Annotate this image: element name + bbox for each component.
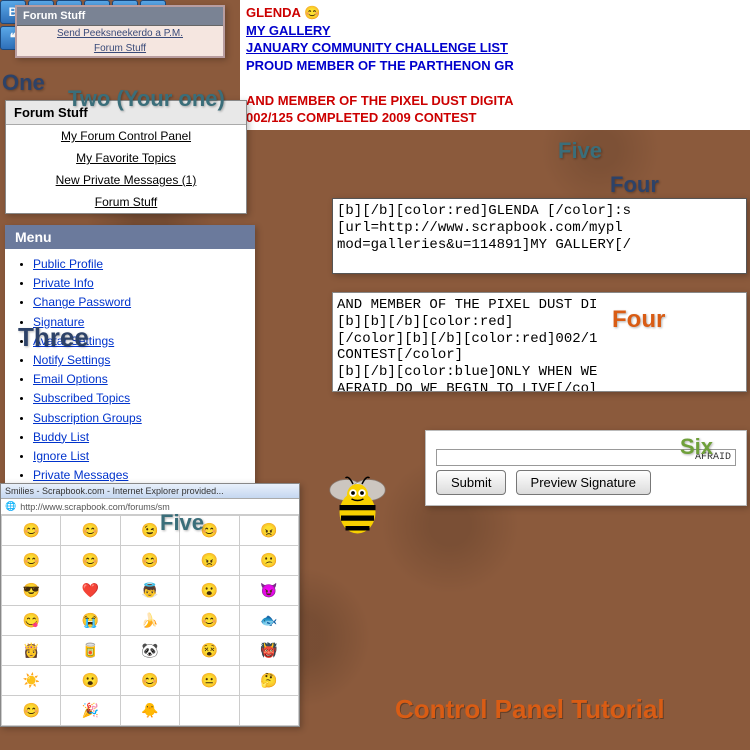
smiley-cell[interactable]: 😊 xyxy=(61,546,120,576)
bee-icon xyxy=(320,465,395,545)
forum-stuff-link2[interactable]: Forum Stuff xyxy=(6,191,246,213)
smiley-cell[interactable]: 😵 xyxy=(180,636,239,666)
menu-private-info[interactable]: Private Info xyxy=(33,276,94,290)
smiley-cell[interactable]: 👼 xyxy=(120,576,179,606)
menu-change-password[interactable]: Change Password xyxy=(33,295,131,309)
menu-public-profile[interactable]: Public Profile xyxy=(33,257,103,271)
smiley-cell[interactable]: 😮 xyxy=(180,576,239,606)
smiley-cell[interactable]: 😠 xyxy=(239,516,298,546)
menu-header: Menu xyxy=(5,225,255,249)
smilies-address-bar: 🌐 http://www.scrapbook.com/forums/sm xyxy=(1,499,299,515)
menu-email-options[interactable]: Email Options xyxy=(33,372,108,386)
signature-code-box-2[interactable]: AND MEMBER OF THE PIXEL DUST DI [b][b][/… xyxy=(332,292,747,392)
forum-stuff-small-panel: Forum Stuff Send Peeksneekerdo a P.M. Fo… xyxy=(15,5,225,58)
menu-signature[interactable]: Signature xyxy=(33,315,84,329)
menu-ignore-list[interactable]: Ignore List xyxy=(33,449,89,463)
menu-subscribed-topics[interactable]: Subscribed Topics xyxy=(33,391,130,405)
smiley-cell[interactable]: 😕 xyxy=(239,546,298,576)
menu-avatar-settings[interactable]: Avatar Settings xyxy=(33,334,114,348)
smiley-cell[interactable]: 😊 xyxy=(180,516,239,546)
smiley-cell[interactable]: 😈 xyxy=(239,576,298,606)
smiley-cell[interactable]: 👹 xyxy=(239,636,298,666)
smiley-cell[interactable]: 😊 xyxy=(180,606,239,636)
callout-five: Five xyxy=(558,138,602,164)
smiley-cell[interactable] xyxy=(239,696,298,726)
panel1-header: Forum Stuff xyxy=(17,7,223,26)
forum-stuff-link[interactable]: Forum Stuff xyxy=(17,41,223,56)
smiley-cell[interactable]: 🐼 xyxy=(120,636,179,666)
smiley-cell[interactable]: 🥫 xyxy=(61,636,120,666)
preview-signature-button[interactable]: Preview Signature xyxy=(516,470,652,495)
smilies-titlebar: Smilies - Scrapbook.com - Internet Explo… xyxy=(1,484,299,499)
panel2-header: Forum Stuff xyxy=(6,101,246,125)
smiley-cell[interactable]: 🎉 xyxy=(61,696,120,726)
smiley-cell[interactable]: 👸 xyxy=(2,636,61,666)
smiley-cell[interactable]: 🐥 xyxy=(120,696,179,726)
smiley-cell[interactable]: 😊 xyxy=(2,516,61,546)
smiley-cell[interactable]: 😐 xyxy=(180,666,239,696)
smiley-cell[interactable]: 😊 xyxy=(2,696,61,726)
smiley-cell[interactable]: 😊 xyxy=(61,516,120,546)
submit-bar: AFRAID Submit Preview Signature xyxy=(425,430,747,506)
smiley-cell[interactable] xyxy=(180,696,239,726)
smiley-cell[interactable]: ❤️ xyxy=(61,576,120,606)
smiley-cell[interactable]: ☀️ xyxy=(2,666,61,696)
smiley-cell[interactable]: 😊 xyxy=(120,546,179,576)
control-panel-link[interactable]: My Forum Control Panel xyxy=(6,125,246,147)
smiley-cell[interactable]: 🤔 xyxy=(239,666,298,696)
menu-private-messages[interactable]: Private Messages xyxy=(33,468,128,482)
forum-stuff-large-panel: Forum Stuff My Forum Control Panel My Fa… xyxy=(5,100,247,214)
smiley-cell[interactable]: 😎 xyxy=(2,576,61,606)
send-pm-link[interactable]: Send Peeksneekerdo a P.M. xyxy=(17,26,223,41)
smiley-cell[interactable]: 😭 xyxy=(61,606,120,636)
smiley-cell[interactable]: 😊 xyxy=(120,666,179,696)
smiley-cell[interactable]: 😊 xyxy=(2,546,61,576)
new-pm-link[interactable]: New Private Messages (1) xyxy=(6,169,246,191)
callout-four: Four xyxy=(610,172,659,198)
smiley-cell[interactable]: 😋 xyxy=(2,606,61,636)
signature-preview-top: GLENDA 😊 MY GALLERY JANUARY COMMUNITY CH… xyxy=(240,0,750,130)
smilies-window: Smilies - Scrapbook.com - Internet Explo… xyxy=(0,483,300,727)
smilies-grid: 😊😊😉😊😠 😊😊😊😠😕 😎❤️👼😮😈 😋😭🍌😊🐟 👸🥫🐼😵👹 ☀️😮😊😐🤔 😊🎉… xyxy=(1,515,299,726)
smiley-cell[interactable]: 😉 xyxy=(120,516,179,546)
favorite-topics-link[interactable]: My Favorite Topics xyxy=(6,147,246,169)
smiley-cell[interactable]: 🐟 xyxy=(239,606,298,636)
signature-code-box-1[interactable]: [b][/b][color:red]GLENDA [/color]:s [url… xyxy=(332,198,747,274)
january-challenge-link[interactable]: JANUARY COMMUNITY CHALLENGE LIST xyxy=(246,40,508,55)
smiley-cell[interactable]: 😮 xyxy=(61,666,120,696)
menu-notify-settings[interactable]: Notify Settings xyxy=(33,353,110,367)
my-gallery-link[interactable]: MY GALLERY xyxy=(246,23,331,38)
menu-subscription-groups[interactable]: Subscription Groups xyxy=(33,411,142,425)
smiley-cell[interactable]: 🍌 xyxy=(120,606,179,636)
submit-button[interactable]: Submit xyxy=(436,470,506,495)
ie-icon: 🌐 xyxy=(5,501,16,512)
menu-buddy-list[interactable]: Buddy List xyxy=(33,430,89,444)
page-title: Control Panel Tutorial xyxy=(395,694,665,725)
smiley-cell[interactable]: 😠 xyxy=(180,546,239,576)
code-tail: AFRAID xyxy=(436,449,736,466)
callout-one: One xyxy=(2,70,45,96)
